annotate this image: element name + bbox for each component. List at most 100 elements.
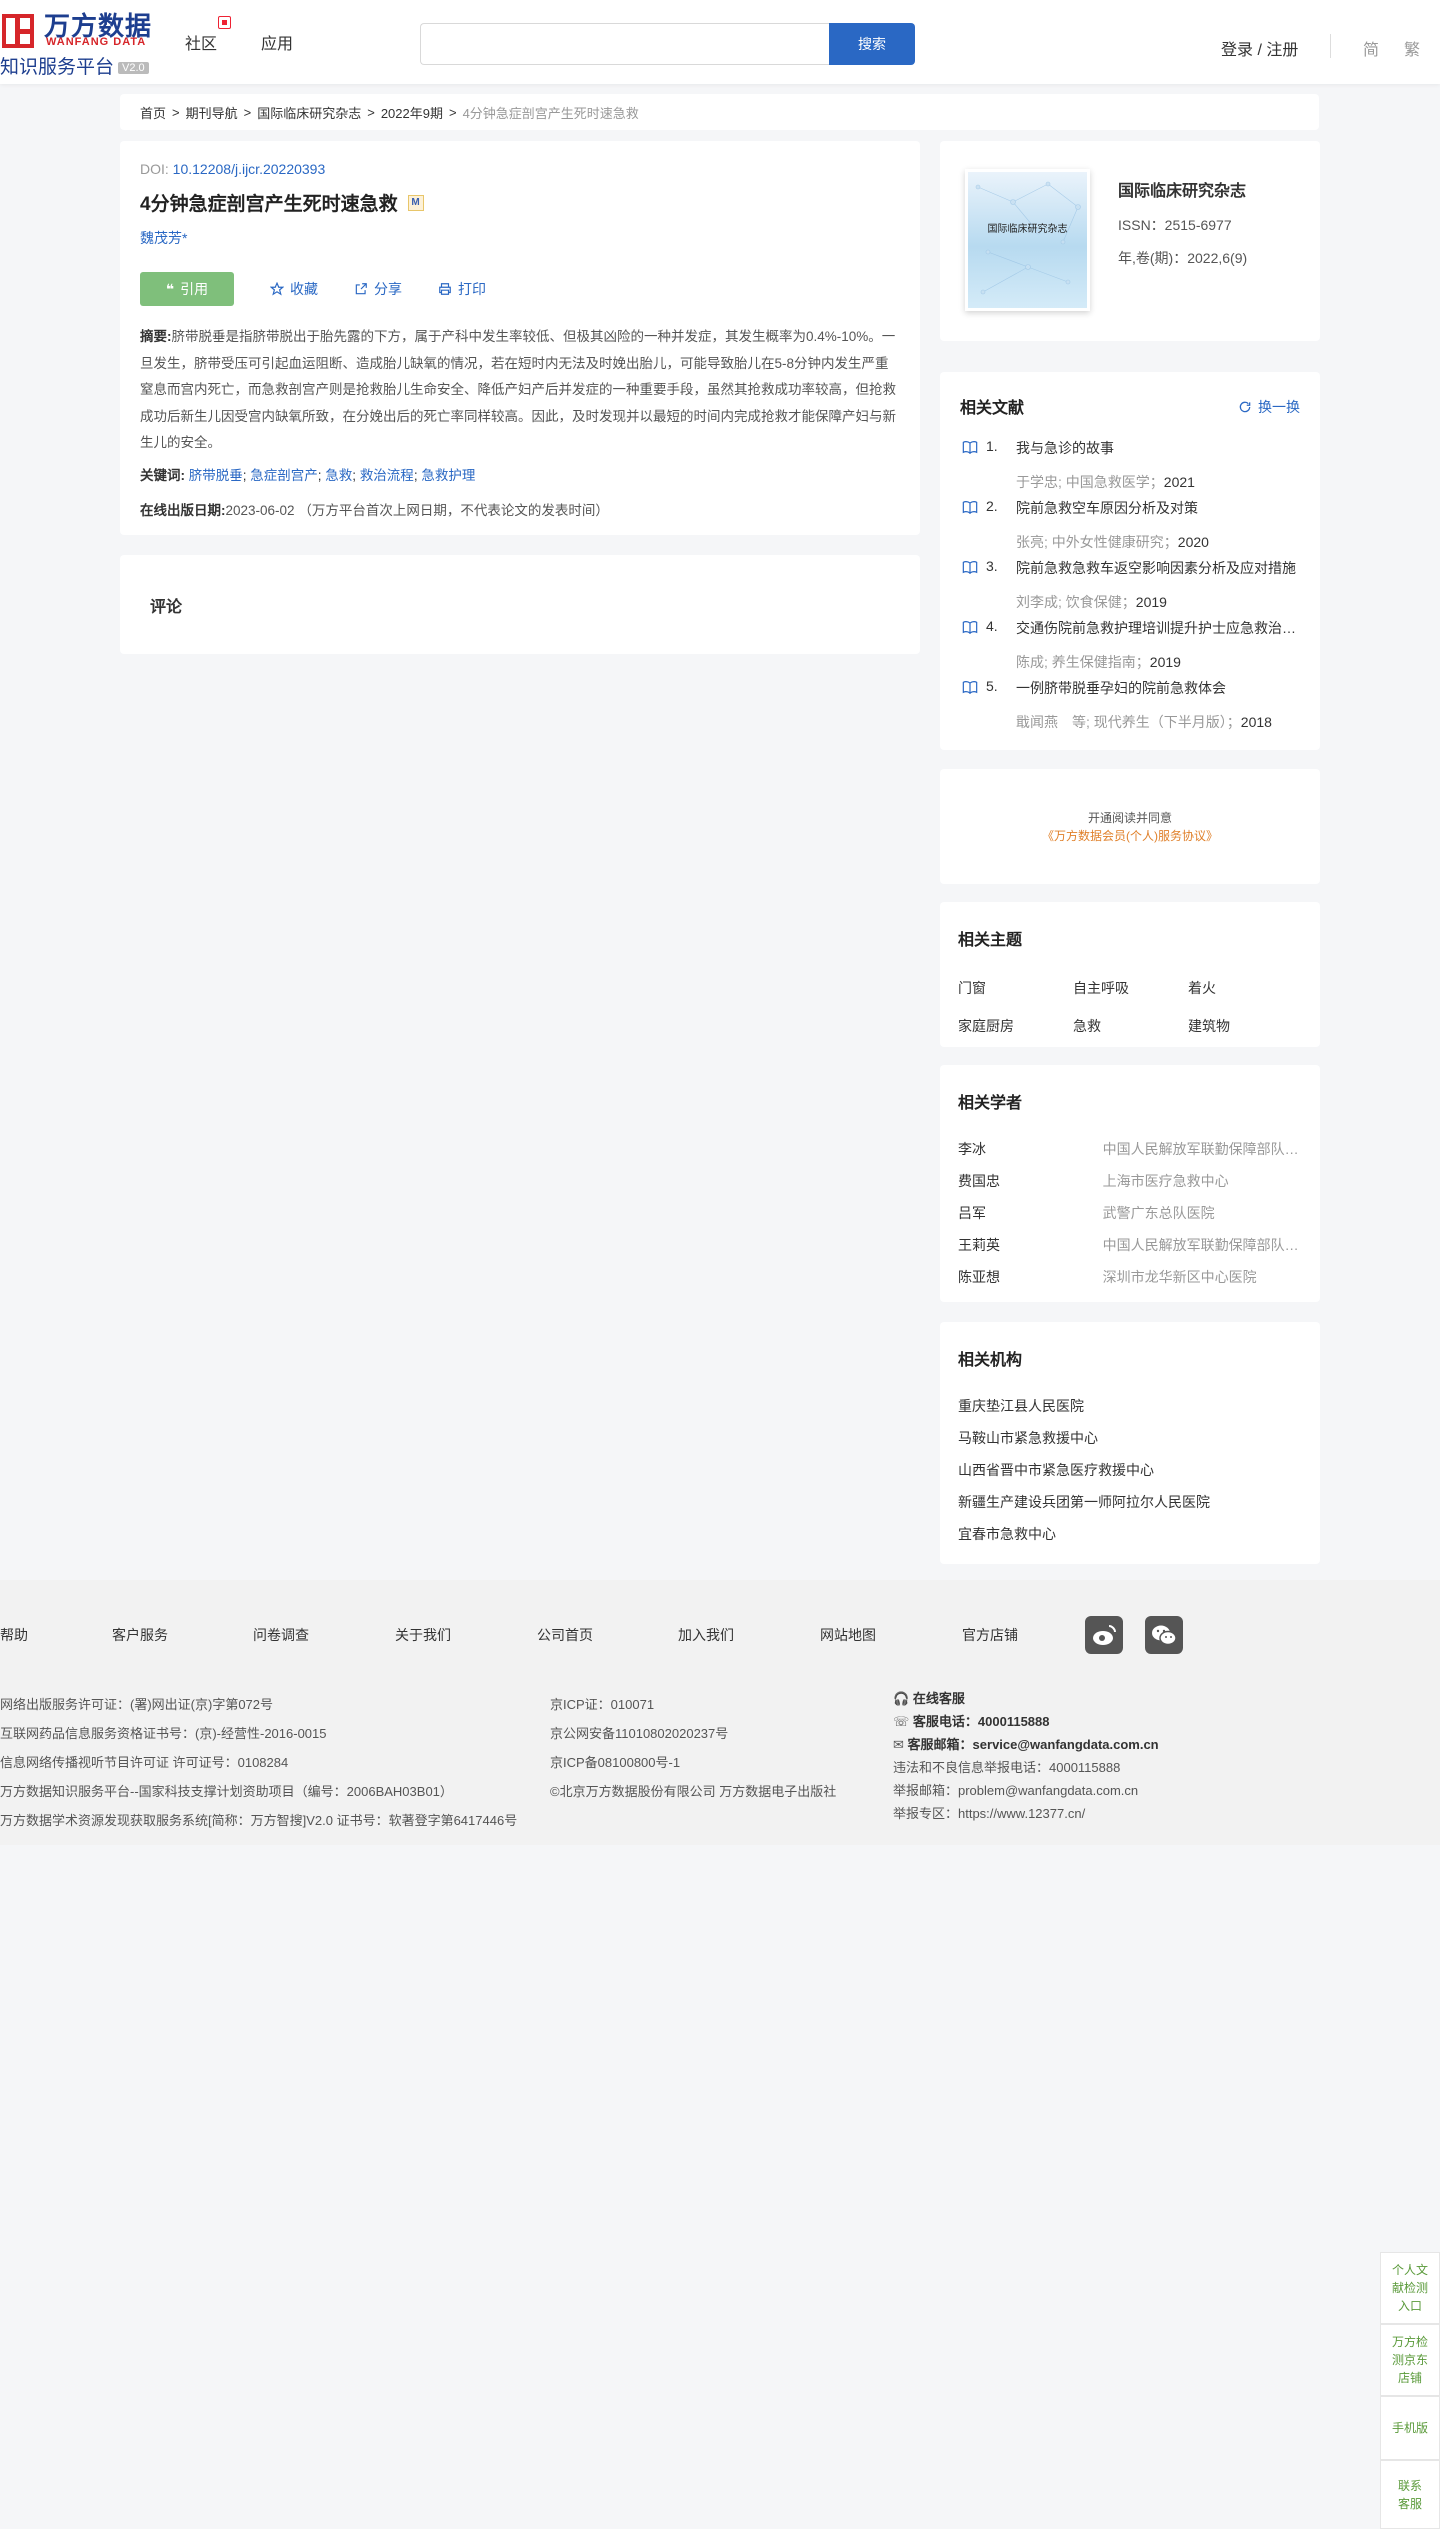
weibo-icon[interactable] <box>1085 1616 1123 1654</box>
related-title-link[interactable]: 院前急救空车原因分析及对策 <box>1016 498 1306 518</box>
footer-link-store[interactable]: 官方店铺 <box>962 1625 1062 1645</box>
breadcrumb-journal[interactable]: 国际临床研究杂志 <box>257 103 361 122</box>
org-link[interactable]: 宜春市急救中心 <box>958 1518 1302 1550</box>
related-meta-text: 刘李成; 饮食保健； <box>1016 594 1136 610</box>
lang-traditional[interactable]: 繁 <box>1404 36 1420 60</box>
org-list: 重庆垫江县人民医院 马鞍山市紧急救援中心 山西省晋中市紧急医疗救援中心 新疆生产… <box>958 1390 1302 1550</box>
refresh-icon <box>1239 401 1251 413</box>
org-link[interactable]: 山西省晋中市紧急医疗救援中心 <box>958 1454 1302 1486</box>
related-year: 2021 <box>1163 474 1195 490</box>
scholars-title: 相关学者 <box>958 1095 1023 1112</box>
related-title-link[interactable]: 我与急诊的故事 <box>1016 438 1306 458</box>
journal-name-link[interactable]: 国际临床研究杂志 <box>1118 177 1246 201</box>
author-link[interactable]: 魏茂芳* <box>140 228 900 248</box>
article-card: DOI: 10.12208/j.ijcr.20220393 4分钟急症剖宫产生死… <box>120 141 920 535</box>
related-meta-text: 于学忠; 中国急救医学； <box>1016 474 1164 490</box>
pubdate-value: 2023-06-02 <box>225 502 295 518</box>
float-personal-check[interactable]: 个人文献检测入口 <box>1380 2252 1440 2324</box>
topic-link[interactable]: 自主呼吸 <box>1073 978 1188 998</box>
topic-link[interactable]: 急救 <box>1073 1016 1188 1036</box>
agreement-link[interactable]: 《万方数据会员(个人)服务协议》 <box>1042 829 1218 843</box>
search-button[interactable]: 搜索 <box>829 23 915 65</box>
related-title-link[interactable]: 一例脐带脱垂孕妇的院前急救体会 <box>1016 678 1306 698</box>
lang-simplified[interactable]: 简 <box>1363 36 1379 60</box>
org-link[interactable]: 马鞍山市紧急救援中心 <box>958 1422 1302 1454</box>
breadcrumb-sep: > <box>172 104 180 120</box>
topic-link[interactable]: 家庭厨房 <box>958 1016 1073 1036</box>
keyword-link[interactable]: 脐带脱垂 <box>189 468 243 483</box>
pubdate-note: （万方平台首次上网日期，不代表论文的发表时间） <box>298 502 609 518</box>
report-phone: 违法和不良信息举报电话：4000115888 <box>893 1760 1121 1775</box>
agreement-text: 开通阅读并同意 <box>1087 811 1172 825</box>
online-service[interactable]: 🎧 在线客服 <box>893 1687 1159 1710</box>
org-link[interactable]: 新疆生产建设兵团第一师阿拉尔人民医院 <box>958 1486 1302 1518</box>
related-item: 3. 院前急救急救车返空影响因素分析及应对措施 刘李成; 饮食保健；2019 <box>960 558 1300 618</box>
nav-apps[interactable]: 应用 <box>261 30 293 54</box>
share-icon <box>355 283 367 295</box>
related-year: 2019 <box>1149 654 1181 670</box>
metadata-badge-icon[interactable]: M <box>407 194 424 211</box>
float-contact[interactable]: 联系客服 <box>1380 2460 1440 2529</box>
topic-link[interactable]: 着火 <box>1188 978 1303 998</box>
header: 万方数据 WANFANG DATA 知识服务平台 V2.0 社区 应用 搜索 登录… <box>0 0 1440 84</box>
footer-link-join[interactable]: 加入我们 <box>678 1625 820 1645</box>
breadcrumb-current: 4分钟急症剖宫产生死时速急救 <box>462 105 639 121</box>
cite-button[interactable]: ❝ 引用 <box>140 272 234 306</box>
print-icon <box>439 283 451 295</box>
login-register-link[interactable]: 登录 / 注册 <box>1221 36 1298 60</box>
scholar-org: 中国人民解放军联勤保障部队第九二〇医院 <box>1102 1141 1302 1157</box>
footer-link-help[interactable]: 帮助 <box>0 1625 112 1645</box>
print-button[interactable]: 打印 <box>438 279 486 299</box>
footer-link-company[interactable]: 公司首页 <box>537 1625 678 1645</box>
keyword-link[interactable]: 急救 <box>325 468 352 483</box>
wechat-icon[interactable] <box>1145 1616 1183 1654</box>
related-number: 4. <box>986 618 998 634</box>
scholar-org: 上海市医疗急救中心 <box>1102 1173 1229 1189</box>
related-title-link[interactable]: 交通伤院前急救护理培训提升护士应急救治能力 <box>1016 618 1306 638</box>
footer-link-about[interactable]: 关于我们 <box>395 1625 537 1645</box>
footer-license: 信息网络传播视听节目许可证 许可证号：0108284 <box>0 1755 289 1770</box>
keyword-link[interactable]: 救治流程 <box>360 468 414 483</box>
keywords-label: 关键词: <box>140 467 185 483</box>
star-icon <box>270 282 284 296</box>
breadcrumb-home[interactable]: 首页 <box>140 103 166 122</box>
logo[interactable]: 万方数据 WANFANG DATA 知识服务平台 V2.0 <box>0 6 160 78</box>
scholar-org: 武警广东总队医院 <box>1102 1205 1215 1221</box>
footer-link-service[interactable]: 客户服务 <box>112 1625 253 1645</box>
related-title-link[interactable]: 院前急救急救车返空影响因素分析及应对措施 <box>1016 558 1306 578</box>
swap-button[interactable]: 换一换 <box>1238 397 1300 417</box>
breadcrumb-journals[interactable]: 期刊导航 <box>186 103 238 122</box>
scholar-name[interactable]: 王莉英 <box>958 1235 1103 1255</box>
scholar-name[interactable]: 吕军 <box>958 1203 1103 1223</box>
topic-link[interactable]: 建筑物 <box>1188 1016 1303 1036</box>
footer-link-sitemap[interactable]: 网站地图 <box>820 1625 962 1645</box>
doi-link[interactable]: 10.12208/j.ijcr.20220393 <box>173 161 326 177</box>
favorite-button[interactable]: 收藏 <box>270 279 318 299</box>
scholar-row: 吕军 武警广东总队医院 <box>958 1197 1302 1229</box>
related-list: 1. 我与急诊的故事 于学忠; 中国急救医学；2021 2. 院前急救空车原因分… <box>960 438 1306 738</box>
scholar-name[interactable]: 李冰 <box>958 1139 1103 1159</box>
journal-cover[interactable]: 国际临床研究杂志 <box>965 169 1090 311</box>
keyword-link[interactable]: 急救护理 <box>421 468 475 483</box>
org-link[interactable]: 重庆垫江县人民医院 <box>958 1390 1302 1422</box>
scholar-org: 中国人民解放军联勤保障部队第九六〇医院 <box>1102 1237 1302 1253</box>
logo-mark-icon <box>2 14 34 48</box>
keyword-link[interactable]: 急症剖宫产 <box>250 468 318 483</box>
scholar-name[interactable]: 陈亚想 <box>958 1267 1103 1287</box>
footer-link-survey[interactable]: 问卷调查 <box>253 1625 395 1645</box>
comment-title: 评论 <box>150 599 183 616</box>
footer-icp-line: 京公网安备11010802020237号 <box>550 1726 729 1741</box>
scholar-name[interactable]: 费国忠 <box>958 1171 1103 1191</box>
float-jd-store[interactable]: 万方检测京东店铺 <box>1380 2324 1440 2396</box>
related-item: 1. 我与急诊的故事 于学忠; 中国急救医学；2021 <box>960 438 1300 498</box>
float-mobile[interactable]: 手机版 <box>1380 2396 1440 2460</box>
breadcrumb-issue[interactable]: 2022年9期 <box>381 103 443 122</box>
topic-grid: 门窗 自主呼吸 着火 家庭厨房 急救 建筑物 <box>958 978 1302 1036</box>
nav-community[interactable]: 社区 <box>185 30 217 54</box>
share-button[interactable]: 分享 <box>354 279 402 299</box>
search-input[interactable] <box>420 23 830 65</box>
footer-icp-line: ©北京万方数据股份有限公司 万方数据电子出版社 <box>550 1784 837 1799</box>
topic-link[interactable]: 门窗 <box>958 978 1073 998</box>
version-badge: V2.0 <box>118 61 149 74</box>
journal-issn: ISSN：2515-6977 <box>1118 217 1232 233</box>
